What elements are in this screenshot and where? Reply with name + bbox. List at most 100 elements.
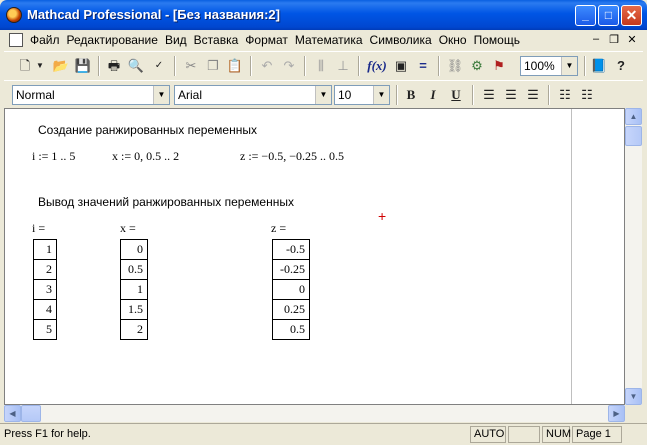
align-down-icon[interactable]: ⊥ <box>334 57 352 75</box>
scroll-down-icon[interactable]: ▼ <box>625 388 642 405</box>
table-cell: -0.5 <box>272 239 310 260</box>
style-value: Normal <box>16 88 55 102</box>
table-cell: 1.5 <box>120 299 148 320</box>
table-cell: 0.5 <box>120 259 148 280</box>
mathcad-app-icon[interactable] <box>6 7 22 23</box>
table-cell: 2 <box>33 259 57 280</box>
save-icon[interactable]: 💾 <box>74 57 92 75</box>
define-i[interactable]: i := 1 .. 5 <box>32 149 75 164</box>
print-preview-icon[interactable]: 🔍 <box>127 57 145 75</box>
numbered-list-icon[interactable]: ☷ <box>578 86 596 104</box>
menu-help[interactable]: Помощь <box>474 33 527 47</box>
paste-icon[interactable]: 📋 <box>226 57 244 75</box>
italic-button[interactable]: I <box>424 86 442 104</box>
horizontal-scrollbar[interactable]: ◀ ▶ <box>4 405 625 422</box>
bullet-list-icon[interactable]: ☷ <box>556 86 574 104</box>
chevron-down-icon[interactable]: ▼ <box>373 86 389 104</box>
horizontal-scroll-thumb[interactable] <box>21 405 41 422</box>
heading-output-ranges[interactable]: Вывод значений ранжированных переменных <box>38 195 294 209</box>
chevron-down-icon[interactable]: ▼ <box>561 57 577 75</box>
minimize-button[interactable]: _ <box>575 5 596 26</box>
menu-file[interactable]: Файл <box>30 33 67 47</box>
table-cell: 4 <box>33 299 57 320</box>
vertical-scrollbar[interactable]: ▲ ▼ <box>625 108 642 405</box>
menu-edit[interactable]: Редактирование <box>67 33 165 47</box>
label-x[interactable]: x = <box>120 221 136 236</box>
insert-hyperlink-icon[interactable]: ⛓ <box>446 57 464 75</box>
table-cell: 0 <box>120 239 148 260</box>
label-z[interactable]: z = <box>271 221 286 236</box>
align-center-icon[interactable]: ☰ <box>502 86 520 104</box>
menu-insert[interactable]: Вставка <box>194 33 246 47</box>
status-num-lock: NUM <box>542 426 571 443</box>
worksheet[interactable]: Создание ранжированных переменных i := 1… <box>4 108 625 405</box>
menu-view[interactable]: Вид <box>165 33 194 47</box>
underline-button[interactable]: U <box>447 86 465 104</box>
table-cell: 0.5 <box>272 319 310 340</box>
formatting-toolbar: Normal ▼ Arial ▼ 10 ▼ B I U ☰ ☰ ☰ ☷ ☷ <box>4 80 643 108</box>
style-select[interactable]: Normal ▼ <box>12 85 170 105</box>
define-x[interactable]: x := 0, 0.5 .. 2 <box>112 149 179 164</box>
menu-math[interactable]: Математика <box>295 33 370 47</box>
cut-icon[interactable]: ✂ <box>182 57 200 75</box>
chevron-down-icon[interactable]: ▼ <box>315 86 331 104</box>
bold-button[interactable]: B <box>402 86 420 104</box>
doc-close-button[interactable]: ✕ <box>625 33 639 46</box>
menu-format[interactable]: Формат <box>245 33 295 47</box>
align-across-icon[interactable]: ⫼ <box>312 57 330 75</box>
font-value: Arial <box>178 88 203 102</box>
scroll-up-icon[interactable]: ▲ <box>625 108 642 125</box>
zoom-select[interactable]: 100% ▼ <box>520 56 578 76</box>
crosshair-cursor: + <box>378 208 387 224</box>
table-cell: 0.25 <box>272 299 310 320</box>
font-size-select[interactable]: 10 ▼ <box>334 85 390 105</box>
font-select[interactable]: Arial ▼ <box>174 85 332 105</box>
print-icon[interactable]: 🖶 <box>105 57 123 75</box>
page-margin-line <box>571 109 572 404</box>
close-button[interactable]: ✕ <box>621 5 642 26</box>
table-cell: -0.25 <box>272 259 310 280</box>
maximize-button[interactable]: □ <box>598 5 619 26</box>
redo-icon[interactable]: ↷ <box>280 57 298 75</box>
menu-symbolics[interactable]: Символика <box>370 33 439 47</box>
undo-icon[interactable]: ↶ <box>258 57 276 75</box>
scroll-right-icon[interactable]: ▶ <box>608 405 625 422</box>
scroll-left-icon[interactable]: ◀ <box>4 405 21 422</box>
table-cell: 2 <box>120 319 148 340</box>
new-document-icon[interactable]: 🗋 <box>16 57 34 75</box>
new-dropdown-icon[interactable]: ▼ <box>35 57 45 75</box>
status-calc-mode: AUTO <box>470 426 506 443</box>
vertical-scroll-thumb[interactable] <box>625 126 642 146</box>
open-folder-icon[interactable]: 📂 <box>52 57 70 75</box>
align-right-icon[interactable]: ☰ <box>524 86 542 104</box>
status-bar: Press F1 for help. AUTO NUM Page 1 <box>0 423 647 445</box>
status-empty-cell <box>508 426 540 443</box>
copy-icon[interactable]: ❐ <box>204 57 222 75</box>
insert-unit-icon[interactable]: ▣ <box>392 57 410 75</box>
output-table-i[interactable]: 1 2 3 4 5 <box>33 239 57 340</box>
heading-define-ranges[interactable]: Создание ранжированных переменных <box>38 123 257 137</box>
menu-bar: Файл Редактирование Вид Вставка Формат М… <box>4 30 643 50</box>
standard-toolbar: 🗋 ▼ 📂 💾 🖶 🔍 ✓ ✂ ❐ 📋 ↶ ↷ ⫼ ⊥ f(x) ▣ = ⛓ ⚙… <box>4 51 643 79</box>
resource-center-icon[interactable]: 📘 <box>590 57 608 75</box>
help-icon[interactable]: ? <box>612 57 630 75</box>
spellcheck-icon[interactable]: ✓ <box>150 57 168 75</box>
table-cell: 0 <box>272 279 310 300</box>
label-i[interactable]: i = <box>32 221 45 236</box>
output-table-z[interactable]: -0.5 -0.25 0 0.25 0.5 <box>272 239 310 340</box>
title-bar[interactable]: Mathcad Professional - [Без названия:2] … <box>0 0 647 30</box>
document-system-icon[interactable] <box>9 33 23 47</box>
doc-restore-button[interactable]: ❐ <box>607 33 621 46</box>
align-left-icon[interactable]: ☰ <box>480 86 498 104</box>
component-wizard-icon[interactable]: ⚙ <box>468 57 486 75</box>
run-matlab-icon[interactable]: ⚑ <box>490 57 508 75</box>
calculate-icon[interactable]: = <box>414 57 432 75</box>
menu-window[interactable]: Окно <box>439 33 474 47</box>
table-cell: 3 <box>33 279 57 300</box>
define-z[interactable]: z := −0.5, −0.25 .. 0.5 <box>240 149 344 164</box>
doc-minimize-button[interactable]: – <box>589 33 603 45</box>
chevron-down-icon[interactable]: ▼ <box>153 86 169 104</box>
output-table-x[interactable]: 0 0.5 1 1.5 2 <box>120 239 148 340</box>
window-title: Mathcad Professional - [Без названия:2] <box>27 7 280 22</box>
insert-function-icon[interactable]: f(x) <box>366 57 388 75</box>
